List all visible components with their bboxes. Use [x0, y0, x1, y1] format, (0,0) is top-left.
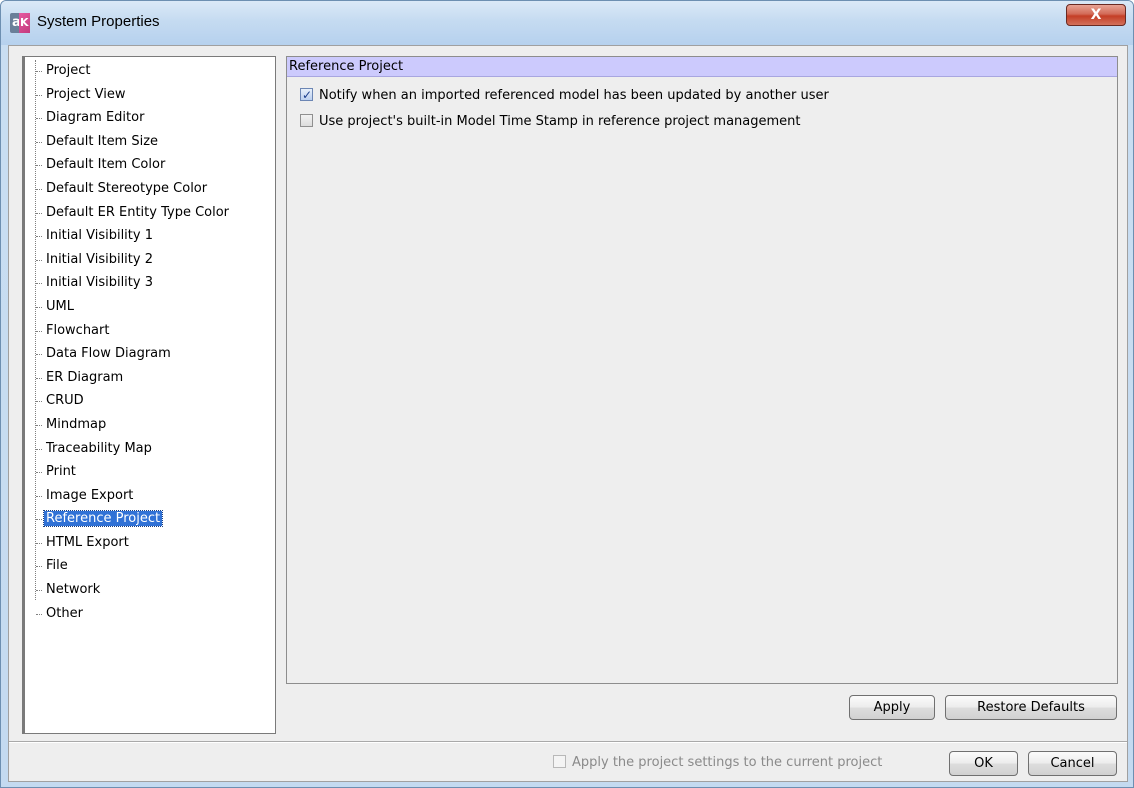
tree-item-label: Traceability Map: [46, 440, 152, 456]
tree-item-label: ER Diagram: [46, 369, 124, 385]
panel-header: Reference Project: [287, 57, 1117, 77]
tree-item-crud[interactable]: CRUD: [36, 390, 231, 414]
tree-item-network[interactable]: Network: [36, 579, 231, 603]
tree-item-traceability-map[interactable]: Traceability Map: [36, 438, 231, 462]
tree-item-label: Default Stereotype Color: [46, 180, 208, 196]
tree-item-label: Other: [46, 605, 83, 621]
tree-item-label: Reference Project: [42, 510, 164, 528]
tree-item-label: Data Flow Diagram: [46, 346, 171, 362]
tree-item-label: CRUD: [46, 393, 84, 409]
category-tree-list: Project Project View Diagram Editor Default…: [35, 60, 231, 621]
tree-item-print[interactable]: Print: [36, 461, 231, 485]
system-properties-window: a K System Properties X Project Project V…: [0, 0, 1134, 788]
title-bar[interactable]: a K System Properties X: [1, 1, 1133, 45]
restore-defaults-button[interactable]: Restore Defaults: [945, 695, 1117, 720]
tree-item-label: Default ER Entity Type Color: [46, 204, 230, 220]
apply-project-settings-label: Apply the project settings to the curren…: [572, 755, 883, 770]
tree-item-label: Project: [46, 63, 91, 78]
tree-item-image-export[interactable]: Image Export: [36, 485, 231, 509]
tree-item-label: Initial Visibility 1: [46, 228, 153, 244]
settings-panel: Reference Project Notify when an importe…: [286, 56, 1118, 684]
app-logo-letter-k: K: [20, 16, 29, 29]
footer-divider: [9, 741, 1127, 743]
apply-button[interactable]: Apply: [849, 695, 935, 720]
ok-button[interactable]: OK: [949, 751, 1018, 776]
tree-item-flowchart[interactable]: Flowchart: [36, 320, 231, 344]
tree-item-data-flow-diagram[interactable]: Data Flow Diagram: [36, 343, 231, 367]
tree-item-label: Flowchart: [46, 322, 110, 338]
tree-item-label: UML: [46, 298, 74, 314]
tree-item-label: Print: [46, 464, 76, 480]
tree-item-diagram-editor[interactable]: Diagram Editor: [36, 107, 231, 131]
apply-project-settings-checkbox: [553, 755, 566, 768]
tree-item-label: Default Item Size: [46, 133, 159, 149]
tree-item-label: Initial Visibility 2: [46, 251, 153, 267]
timestamp-checkbox[interactable]: [300, 114, 313, 127]
tree-item-other[interactable]: Other: [36, 603, 231, 627]
category-tree[interactable]: Project Project View Diagram Editor Default…: [22, 56, 276, 734]
dialog-content: Project Project View Diagram Editor Default…: [8, 45, 1128, 782]
tree-item-label: Image Export: [46, 487, 134, 503]
tree-item-default-item-size[interactable]: Default Item Size: [36, 131, 231, 155]
tree-item-label: Network: [46, 582, 101, 598]
notify-update-label: Notify when an imported referenced model…: [319, 88, 829, 103]
tree-item-label: HTML Export: [46, 534, 129, 550]
close-icon: X: [1090, 7, 1102, 23]
tree-item-initial-visibility-3[interactable]: Initial Visibility 3: [36, 272, 231, 296]
tree-item-initial-visibility-2[interactable]: Initial Visibility 2: [36, 249, 231, 273]
tree-item-initial-visibility-1[interactable]: Initial Visibility 1: [36, 225, 231, 249]
timestamp-option[interactable]: Use project's built-in Model Time Stamp …: [300, 113, 801, 131]
tree-item-label: Diagram Editor: [46, 110, 145, 126]
tree-item-project[interactable]: Project: [36, 60, 231, 84]
app-logo-icon: a K: [10, 13, 30, 33]
tree-item-er-diagram[interactable]: ER Diagram: [36, 367, 231, 391]
tree-item-default-item-color[interactable]: Default Item Color: [36, 154, 231, 178]
tree-item-label: Project View: [46, 86, 126, 102]
tree-item-label: Initial Visibility 3: [46, 275, 153, 291]
tree-item-label: File: [46, 558, 68, 574]
tree-item-html-export[interactable]: HTML Export: [36, 532, 231, 556]
tree-item-reference-project[interactable]: Reference Project: [36, 508, 231, 532]
tree-item-label: Default Item Color: [46, 157, 166, 173]
cancel-button[interactable]: Cancel: [1028, 751, 1117, 776]
close-button[interactable]: X: [1066, 4, 1126, 26]
tree-item-mindmap[interactable]: Mindmap: [36, 414, 231, 438]
tree-item-default-er-entity-type-color[interactable]: Default ER Entity Type Color: [36, 202, 231, 226]
notify-update-option[interactable]: Notify when an imported referenced model…: [300, 86, 829, 105]
tree-item-label: Mindmap: [46, 416, 107, 432]
tree-item-project-view[interactable]: Project View: [36, 84, 231, 108]
apply-project-settings-option: Apply the project settings to the curren…: [553, 754, 882, 772]
timestamp-label: Use project's built-in Model Time Stamp …: [319, 114, 801, 129]
tree-item-file[interactable]: File: [36, 555, 231, 579]
window-title: System Properties: [37, 13, 160, 30]
notify-update-checkbox[interactable]: [300, 86, 313, 104]
tree-item-default-stereotype-color[interactable]: Default Stereotype Color: [36, 178, 231, 202]
tree-item-uml[interactable]: UML: [36, 296, 231, 320]
app-logo-accent: K: [19, 13, 30, 33]
